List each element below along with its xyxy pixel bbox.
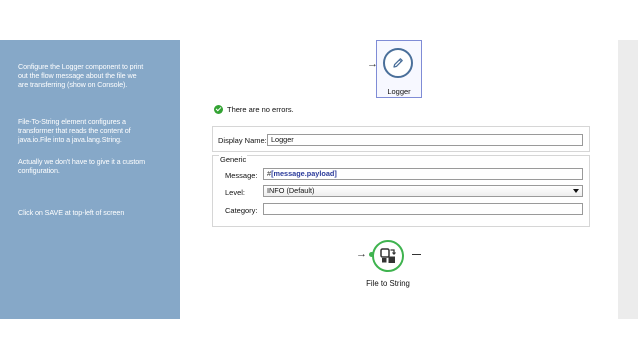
instructions-panel: Configure the Logger component to print … xyxy=(0,40,180,319)
validation-status: There are no errors. xyxy=(214,105,294,114)
right-edge-strip xyxy=(618,40,638,319)
check-circle-icon xyxy=(214,105,223,114)
file-to-string-component[interactable] xyxy=(372,240,404,272)
expression-value: [message.payload] xyxy=(271,169,337,178)
category-input[interactable] xyxy=(263,203,583,215)
level-selected-value: INFO (Default) xyxy=(267,186,315,195)
level-select[interactable]: INFO (Default) xyxy=(263,185,583,197)
instruction-save: Click on SAVE at top-left of screen xyxy=(18,207,125,217)
display-name-input[interactable]: Logger xyxy=(267,134,583,146)
dropdown-arrow-icon[interactable] xyxy=(573,189,579,193)
instruction-logger: Configure the Logger component to print … xyxy=(18,62,144,90)
message-input[interactable]: #[message.payload] xyxy=(263,168,583,180)
pencil-icon xyxy=(383,48,413,78)
status-text: There are no errors. xyxy=(227,105,294,114)
instruction-file-to-string: File-To-String element configures a tran… xyxy=(18,116,131,145)
category-label: Category: xyxy=(225,206,258,215)
transformer-icon xyxy=(380,248,396,263)
flow-connector-line xyxy=(412,254,421,255)
arrow-icon: → xyxy=(356,248,367,260)
logger-component[interactable]: Logger xyxy=(376,40,422,98)
file-to-string-label: File to String xyxy=(366,279,410,288)
generic-group-title: Generic xyxy=(219,155,248,164)
display-name-label: Display Name: xyxy=(218,136,267,145)
slide: Configure the Logger component to print … xyxy=(0,0,638,359)
instruction-no-custom-config: Actually we don't have to give it a cust… xyxy=(18,157,146,176)
message-label: Message: xyxy=(225,171,258,180)
level-label: Level: xyxy=(225,188,246,197)
logger-label: Logger xyxy=(387,87,411,96)
